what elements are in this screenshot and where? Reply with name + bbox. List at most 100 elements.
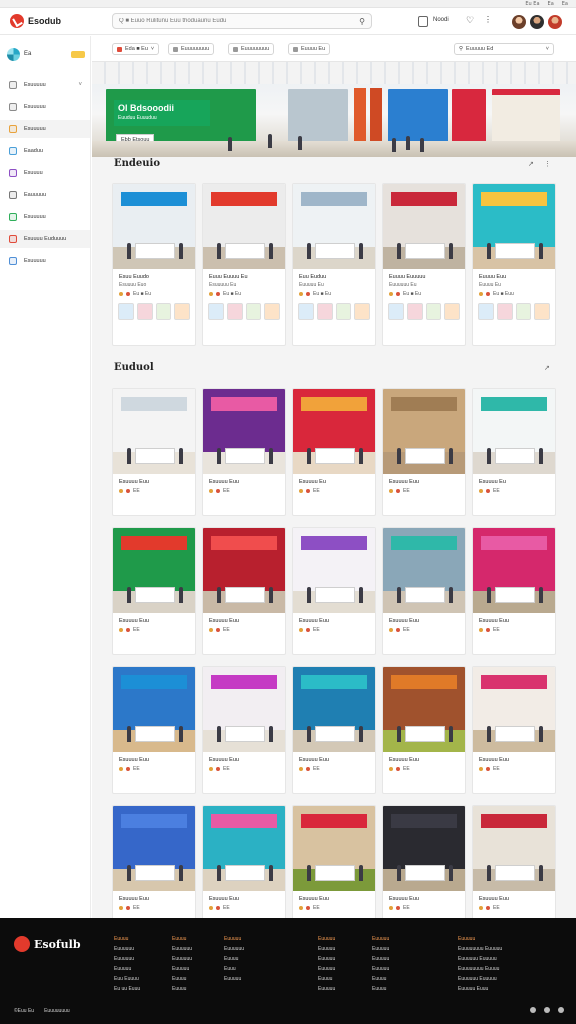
card-image[interactable] <box>293 389 375 474</box>
facebook-icon[interactable] <box>530 1007 536 1013</box>
footer-link[interactable]: Euuuu <box>172 984 192 994</box>
product-thumbnail[interactable] <box>406 303 423 320</box>
footer-link[interactable]: Euuuuu <box>372 944 389 954</box>
footer-link[interactable]: Eu uu Euuu <box>114 984 140 994</box>
footer-link[interactable]: Euuuuu <box>224 974 244 984</box>
footer-link[interactable]: Euuuuuu <box>114 944 140 954</box>
featured-card[interactable]: Euuuu Euu Euuuu Eu Eu ■ Euu <box>472 183 556 346</box>
store-card[interactable]: Esuuuu Euu EE <box>292 666 376 794</box>
footer-link[interactable]: Euuuuu Euuu <box>458 984 502 994</box>
instagram-icon[interactable] <box>558 1007 564 1013</box>
more-icon[interactable]: ⋮ <box>484 15 492 24</box>
card-image[interactable] <box>473 528 555 613</box>
search-bar[interactable]: ⚲ <box>112 13 372 29</box>
footer-link[interactable]: Euuuuuuuu Euuuu <box>458 964 502 974</box>
featured-card[interactable]: Euu Euduu Euuuuu Eu Eu ■ Eu <box>292 183 376 346</box>
twitter-icon[interactable] <box>544 1007 550 1013</box>
footer-link[interactable]: Euuuuuu <box>172 944 192 954</box>
footer-link[interactable]: Euuuuuuuu <box>44 1008 70 1014</box>
card-image[interactable] <box>293 806 375 891</box>
store-card[interactable]: Esuuuu Euu EE <box>292 527 376 655</box>
store-card[interactable]: Esuuuu Euu EE <box>202 527 286 655</box>
product-thumbnail[interactable] <box>496 303 513 320</box>
card-image[interactable] <box>473 389 555 474</box>
footer-logo[interactable]: Esofulb <box>14 936 81 952</box>
footer-link[interactable]: Euuuu <box>318 974 335 984</box>
footer-link[interactable]: Euuuuuu <box>172 954 192 964</box>
store-card[interactable]: Esuuuu Euu EE <box>112 527 196 655</box>
notifications-label[interactable]: Noodi <box>433 17 449 23</box>
card-image[interactable] <box>113 184 195 269</box>
avatar[interactable] <box>512 15 526 29</box>
product-thumbnail[interactable] <box>226 303 243 320</box>
card-image[interactable] <box>293 667 375 752</box>
product-thumbnail[interactable] <box>534 303 550 320</box>
brand-logo[interactable]: Esodub <box>10 14 61 28</box>
card-image[interactable] <box>383 389 465 474</box>
filter-size[interactable]: Euuuu Eu <box>288 43 331 55</box>
card-image[interactable] <box>203 667 285 752</box>
sidebar-item[interactable]: Esuuuuu <box>0 252 90 270</box>
card-image[interactable] <box>203 528 285 613</box>
featured-card[interactable]: Euuuu Euuuuu Euuuuuu Eu Eu ■ Eu <box>382 183 466 346</box>
product-thumbnail[interactable] <box>264 303 280 320</box>
footer-link[interactable]: Euuuuu <box>372 954 389 964</box>
card-image[interactable] <box>113 389 195 474</box>
store-card[interactable]: Esuuuu Euu EE <box>112 388 196 516</box>
store-card[interactable]: Esuuuu Euu EE <box>382 805 466 933</box>
footer-link[interactable]: Euuuu <box>224 954 244 964</box>
store-card[interactable]: Esuuuu Euu EE <box>112 805 196 933</box>
footer-link[interactable]: Euuuuuu <box>224 944 244 954</box>
store-card[interactable]: Esuuuu Euu EE <box>292 805 376 933</box>
store-card[interactable]: Esuuuu Eu EE <box>292 388 376 516</box>
card-image[interactable] <box>293 184 375 269</box>
filter-category[interactable]: Euuuuuuuu <box>168 43 215 55</box>
product-thumbnail[interactable] <box>155 303 172 320</box>
card-image[interactable] <box>113 528 195 613</box>
hero-banner[interactable]: Ol Bdsooodii Euuduu Euuuduu Ebb Etsouu <box>92 62 576 157</box>
footer-link[interactable]: Euuuuu <box>318 984 335 994</box>
footer-link[interactable]: Euuuuuu Euuuuu <box>458 954 502 964</box>
product-thumbnail[interactable] <box>174 303 190 320</box>
product-thumbnail[interactable] <box>425 303 442 320</box>
sidebar-item[interactable]: Esuuuuu <box>0 98 90 116</box>
workspace-logo-icon[interactable] <box>7 47 20 61</box>
store-card[interactable]: Esuuuu Euu EE <box>202 666 286 794</box>
more-icon[interactable]: ⋮ <box>544 160 551 168</box>
footer-link[interactable]: Euuuuu <box>318 954 335 964</box>
store-card[interactable]: Esuuuu Euu EE <box>472 666 556 794</box>
sidebar-item[interactable]: Eaaduu <box>0 142 90 160</box>
footer-link[interactable]: Euuuuu <box>172 964 192 974</box>
product-thumbnail[interactable] <box>245 303 262 320</box>
avatar[interactable] <box>530 15 544 29</box>
card-image[interactable] <box>113 806 195 891</box>
search-icon[interactable]: ⚲ <box>359 17 365 26</box>
store-card[interactable]: Esuuuu Euu EE <box>382 527 466 655</box>
store-card[interactable]: Esuuuu Euu EE <box>472 805 556 933</box>
card-image[interactable] <box>383 806 465 891</box>
product-thumbnail[interactable] <box>478 303 494 320</box>
expand-icon[interactable]: ↗ <box>544 364 550 372</box>
card-image[interactable] <box>473 184 555 269</box>
sidebar-item[interactable]: Esuuuu <box>0 164 90 182</box>
store-card[interactable]: Esuuuu Eu EE <box>472 388 556 516</box>
product-thumbnail[interactable] <box>316 303 333 320</box>
avatar[interactable] <box>548 15 562 29</box>
card-image[interactable] <box>383 184 465 269</box>
footer-link[interactable]: Euuuu <box>172 974 192 984</box>
card-image[interactable] <box>383 528 465 613</box>
footer-link[interactable]: Euuuuu <box>114 964 140 974</box>
card-image[interactable] <box>203 389 285 474</box>
bell-icon[interactable]: ♡ <box>466 15 474 26</box>
system-item[interactable]: Ea <box>548 1 554 7</box>
product-thumbnail[interactable] <box>354 303 370 320</box>
footer-link[interactable]: Euuuuuuuu Euuuuu <box>458 944 502 954</box>
product-thumbnail[interactable] <box>335 303 352 320</box>
product-thumbnail[interactable] <box>515 303 532 320</box>
store-card[interactable]: Esuuuu Euu EE <box>382 388 466 516</box>
footer-link[interactable]: Euuuuuu Euuuuu <box>458 974 502 984</box>
footer-link[interactable]: Euuuuu <box>318 944 335 954</box>
card-image[interactable] <box>203 184 285 269</box>
sidebar-item[interactable]: Esuuuuu <box>0 208 90 226</box>
card-image[interactable] <box>293 528 375 613</box>
